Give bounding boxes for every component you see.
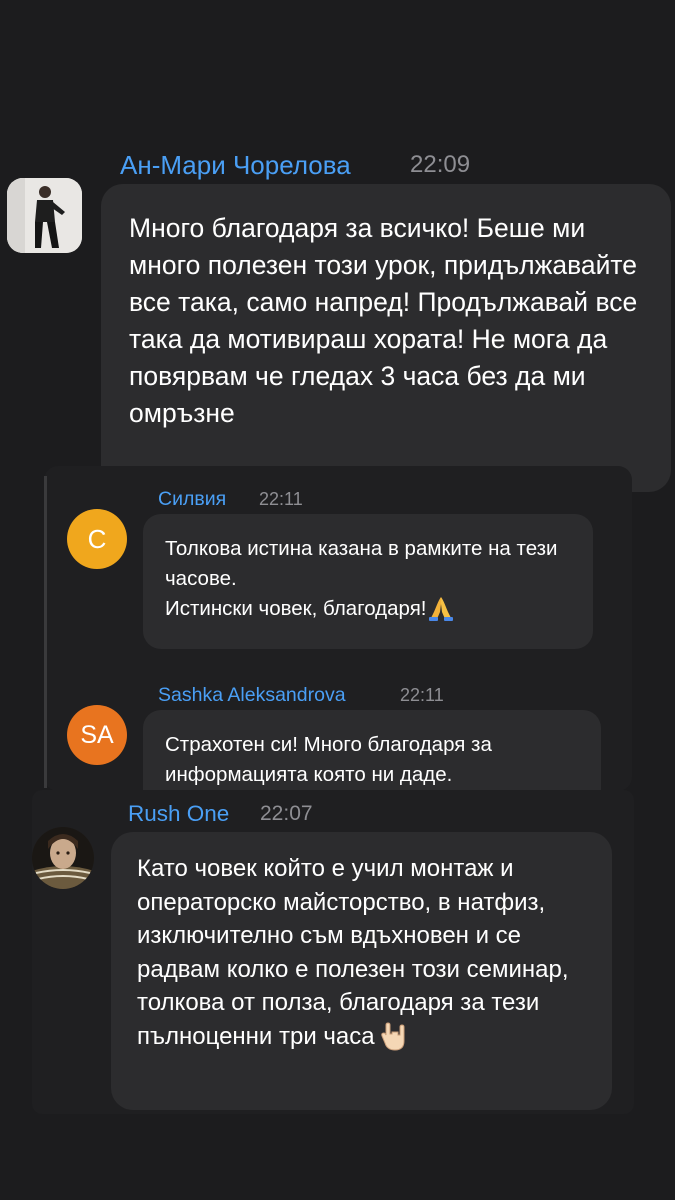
user-avatar-photo[interactable] xyxy=(7,178,82,253)
person-photo-icon xyxy=(7,178,82,253)
rock-hand-emoji-icon xyxy=(379,1021,411,1058)
author-name[interactable]: Ан-Мари Чорелова xyxy=(120,150,351,181)
user-avatar-photo[interactable] xyxy=(32,827,94,889)
comment-bubble: Толкова истина казана в рамките на тези … xyxy=(143,514,593,649)
user-avatar-letter[interactable]: С xyxy=(67,509,127,569)
comment-text: Като човек който е учил монтаж и операто… xyxy=(137,855,569,1050)
comment-time: 22:11 xyxy=(400,685,444,705)
author-name[interactable]: Силвия xyxy=(158,488,226,511)
comments-view: Ан-Мари Чорелова 22:09 Много благодаря з… xyxy=(0,0,675,1200)
pray-emoji-icon xyxy=(427,594,455,627)
user-avatar-letter[interactable]: SA xyxy=(67,705,127,765)
comment-text: Толкова истина казана в рамките на тези … xyxy=(165,537,558,590)
comment-text: Страхотен си! Много благодаря за информа… xyxy=(165,733,492,786)
comment-bubble: Като човек който е учил монтаж и операто… xyxy=(111,832,612,1110)
comment-time: 22:11 xyxy=(259,489,303,509)
comment-time: 22:09 xyxy=(410,151,471,178)
author-name[interactable]: Rush One xyxy=(128,801,229,827)
comment-time: 22:07 xyxy=(260,802,313,825)
author-name[interactable]: Sashka Aleksandrova xyxy=(158,684,346,707)
comment-text: Много благодаря за всичко! Беше ми много… xyxy=(129,213,638,428)
comment-text: Истински човек, благодаря! xyxy=(165,597,427,620)
thread-line xyxy=(44,476,47,788)
person-photo-icon xyxy=(32,827,94,889)
comment-bubble: Страхотен си! Много благодаря за информа… xyxy=(143,710,601,790)
comment-bubble: Много благодаря за всичко! Беше ми много… xyxy=(101,184,671,492)
